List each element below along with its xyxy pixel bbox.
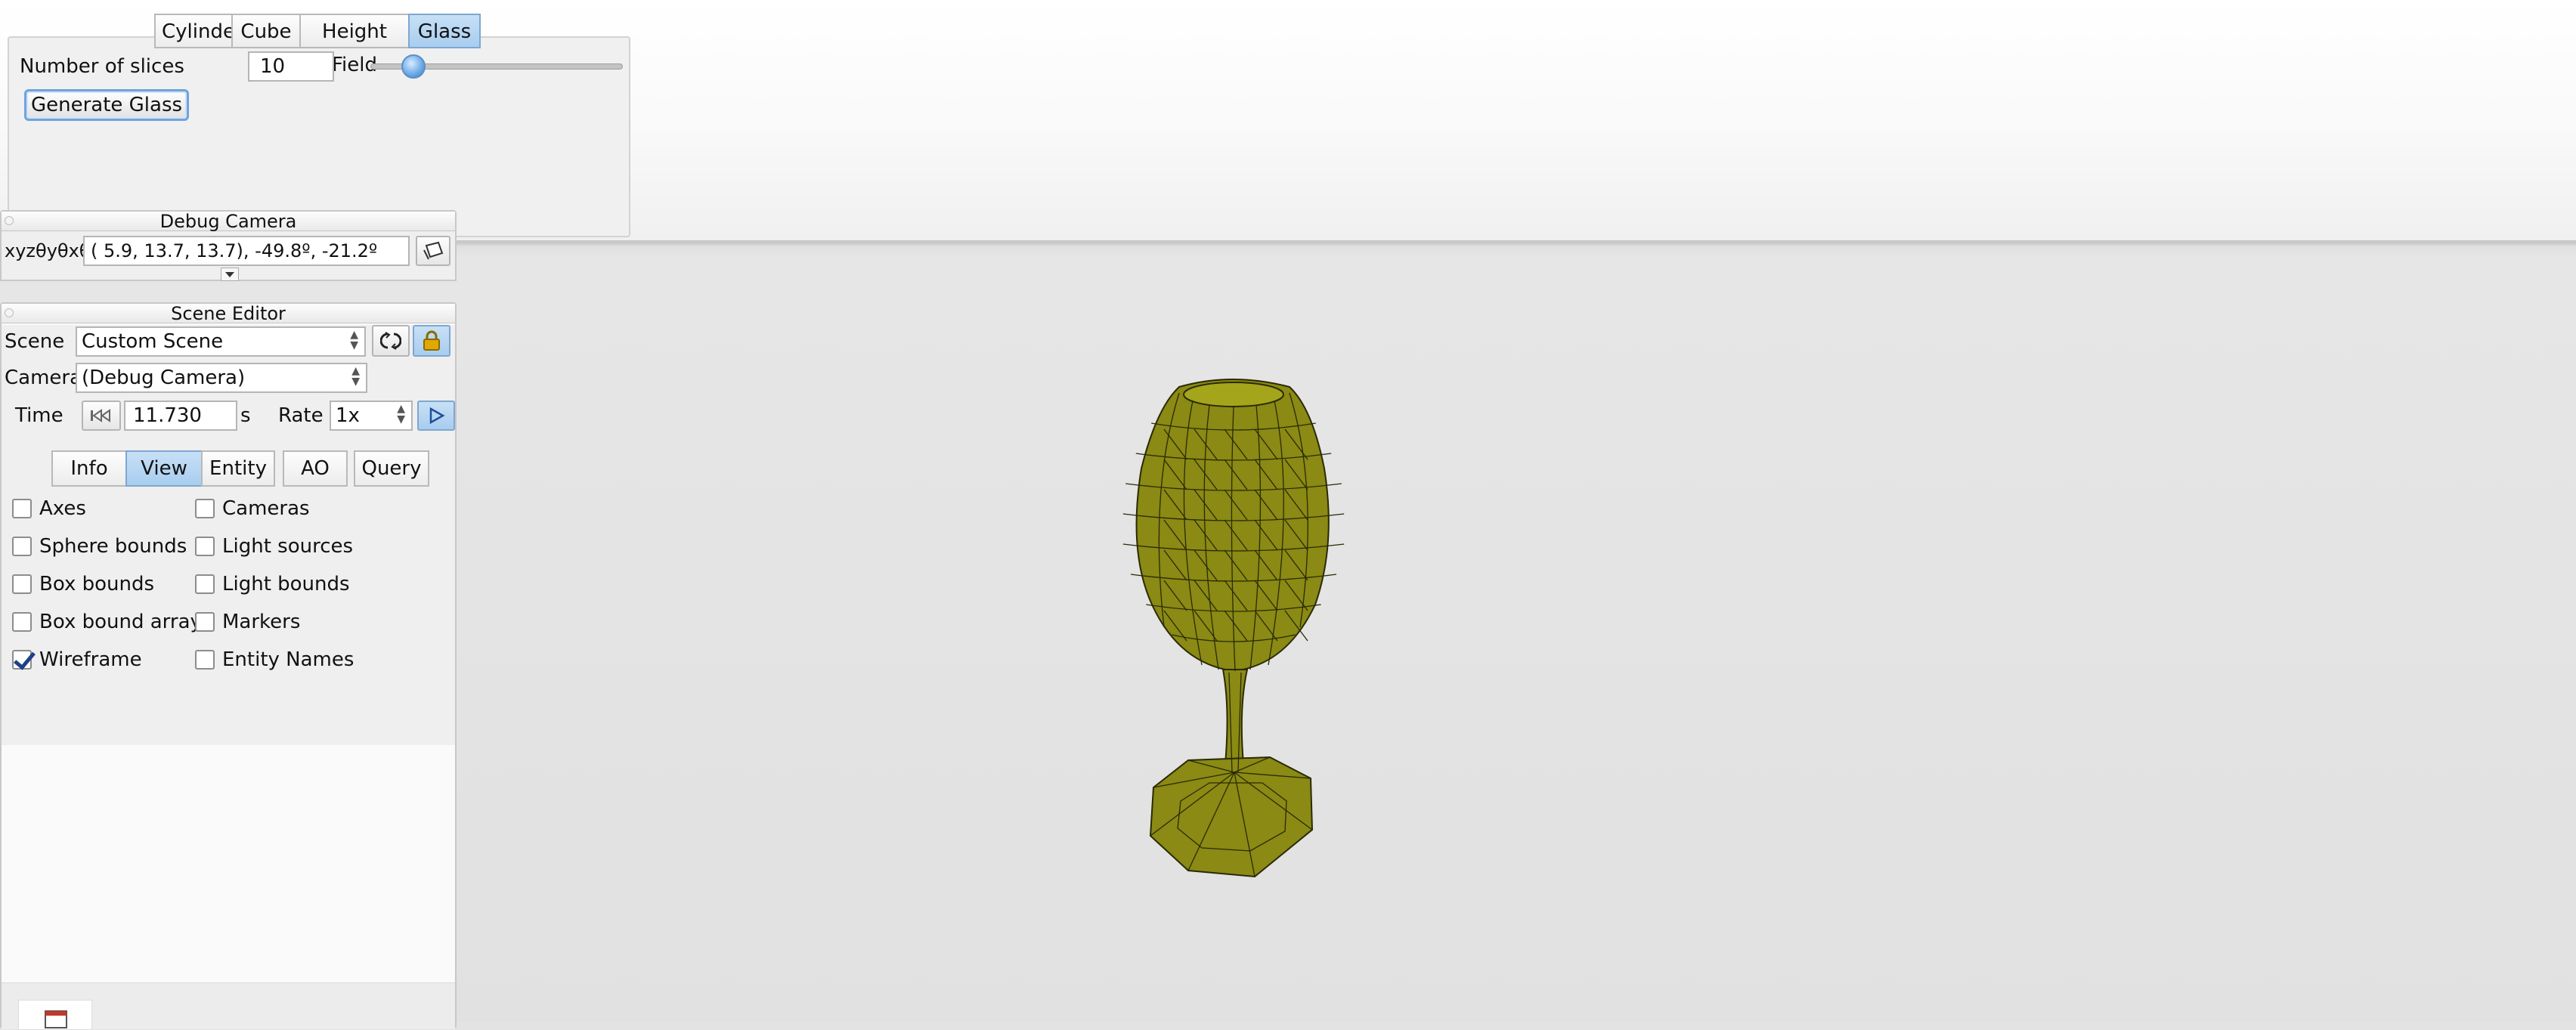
camera-coord-input[interactable]: ( 5.9, 13.7, 13.7), -49.8º, -21.2º bbox=[83, 236, 410, 266]
checkbox-checked[interactable] bbox=[12, 650, 32, 670]
updown-arrows-icon: ▲ ▼ bbox=[351, 365, 360, 388]
check-box-bound-array[interactable]: Box bound array bbox=[12, 609, 202, 635]
clipboard-icon bbox=[423, 241, 444, 260]
time-input[interactable]: 11.730 bbox=[124, 401, 237, 431]
camera-dropdown-value: (Debug Camera) bbox=[82, 367, 246, 389]
slices-slider-thumb[interactable] bbox=[401, 54, 426, 79]
check-label: Cameras bbox=[222, 497, 310, 520]
debug-camera-title-text: Debug Camera bbox=[159, 211, 297, 232]
check-label: Light bounds bbox=[222, 573, 350, 595]
reload-icon bbox=[380, 332, 401, 350]
glass-rim bbox=[1183, 382, 1284, 407]
tab-view[interactable]: View bbox=[125, 450, 203, 487]
window-button[interactable] bbox=[18, 1000, 92, 1030]
tab-cylinder[interactable]: Cylinder bbox=[154, 14, 243, 48]
play-button[interactable] bbox=[417, 401, 455, 431]
copy-coords-button[interactable] bbox=[416, 236, 450, 266]
rewind-icon bbox=[91, 409, 110, 422]
check-label: Sphere bounds bbox=[39, 535, 187, 558]
debug-camera-title: Debug Camera bbox=[2, 212, 455, 231]
scene-editor-panel: Scene Editor Scene Custom Scene ▲ ▼ Camer… bbox=[0, 302, 457, 1030]
scene-editor-footer bbox=[2, 982, 455, 1030]
checkbox[interactable] bbox=[12, 537, 32, 556]
check-label: Entity Names bbox=[222, 648, 355, 671]
check-markers[interactable]: Markers bbox=[195, 609, 300, 635]
tab-height-field[interactable]: Height Field bbox=[299, 14, 410, 76]
check-axes[interactable]: Axes bbox=[12, 496, 86, 521]
check-wireframe[interactable]: Wireframe bbox=[12, 647, 142, 673]
updown-arrows-icon: ▲ ▼ bbox=[397, 403, 405, 425]
check-light-sources[interactable]: Light sources bbox=[195, 534, 353, 559]
tab-query[interactable]: Query bbox=[354, 450, 429, 487]
triangle-down-icon bbox=[225, 272, 234, 277]
updown-arrows-icon: ▲ ▼ bbox=[350, 329, 358, 351]
tab-glass[interactable]: Glass bbox=[408, 14, 481, 48]
scene-dropdown-value: Custom Scene bbox=[82, 330, 224, 353]
lock-scene-button[interactable] bbox=[413, 325, 450, 357]
checkbox[interactable] bbox=[12, 499, 32, 518]
close-icon[interactable] bbox=[5, 216, 14, 225]
checkbox[interactable] bbox=[195, 574, 215, 594]
scene-editor-title: Scene Editor bbox=[2, 304, 455, 323]
check-box-bounds[interactable]: Box bounds bbox=[12, 571, 154, 597]
scene-label: Scene bbox=[5, 330, 65, 353]
tab-entity[interactable]: Entity bbox=[201, 450, 275, 487]
expand-button[interactable] bbox=[221, 268, 239, 281]
time-label: Time bbox=[15, 404, 63, 427]
camera-label: Camera bbox=[5, 367, 82, 389]
check-entity-names[interactable]: Entity Names bbox=[195, 647, 354, 673]
check-cameras[interactable]: Cameras bbox=[195, 496, 310, 521]
debug-camera-panel: Debug Camera xyzθyθxθz ( 5.9, 13.7, 13.7… bbox=[0, 210, 457, 281]
slices-input[interactable]: 10 bbox=[248, 51, 334, 82]
checkbox[interactable] bbox=[195, 499, 215, 518]
wine-glass-mesh bbox=[1122, 379, 1345, 878]
rate-label: Rate bbox=[278, 404, 324, 427]
window-icon bbox=[45, 1010, 67, 1028]
check-label: Box bound array bbox=[39, 611, 202, 633]
close-icon[interactable] bbox=[5, 308, 14, 317]
checkbox[interactable] bbox=[195, 650, 215, 670]
check-label: Light sources bbox=[222, 535, 354, 558]
check-label: Markers bbox=[222, 611, 301, 633]
time-unit: s bbox=[240, 404, 251, 427]
lock-icon bbox=[423, 330, 440, 351]
tab-ao[interactable]: AO bbox=[283, 450, 348, 487]
scene-editor-title-text: Scene Editor bbox=[171, 303, 286, 324]
glass-stem bbox=[1221, 669, 1249, 773]
camera-dropdown[interactable]: (Debug Camera) ▲ ▼ bbox=[76, 363, 367, 393]
scene-dropdown[interactable]: Custom Scene ▲ ▼ bbox=[76, 326, 366, 357]
checkbox[interactable] bbox=[12, 574, 32, 594]
check-light-bounds[interactable]: Light bounds bbox=[195, 571, 350, 597]
reload-scene-button[interactable] bbox=[372, 325, 410, 357]
checkbox[interactable] bbox=[12, 612, 32, 632]
rewind-button[interactable] bbox=[82, 401, 121, 431]
generator-tabs: Cylinder Cube Height Field Glass bbox=[154, 14, 481, 76]
checkbox[interactable] bbox=[195, 537, 215, 556]
checkbox[interactable] bbox=[195, 612, 215, 632]
check-label: Box bounds bbox=[39, 573, 155, 595]
rate-dropdown-value: 1x bbox=[336, 404, 360, 427]
tab-cube[interactable]: Cube bbox=[231, 14, 301, 48]
check-sphere-bounds[interactable]: Sphere bounds bbox=[12, 534, 187, 559]
play-icon bbox=[429, 407, 445, 425]
tab-info[interactable]: Info bbox=[51, 450, 127, 487]
rate-dropdown[interactable]: 1x ▲ ▼ bbox=[330, 401, 413, 431]
check-label: Wireframe bbox=[39, 648, 142, 671]
generate-glass-button[interactable]: Generate Glass bbox=[24, 89, 189, 121]
check-label: Axes bbox=[39, 497, 86, 520]
slices-label: Number of slices bbox=[20, 55, 184, 78]
